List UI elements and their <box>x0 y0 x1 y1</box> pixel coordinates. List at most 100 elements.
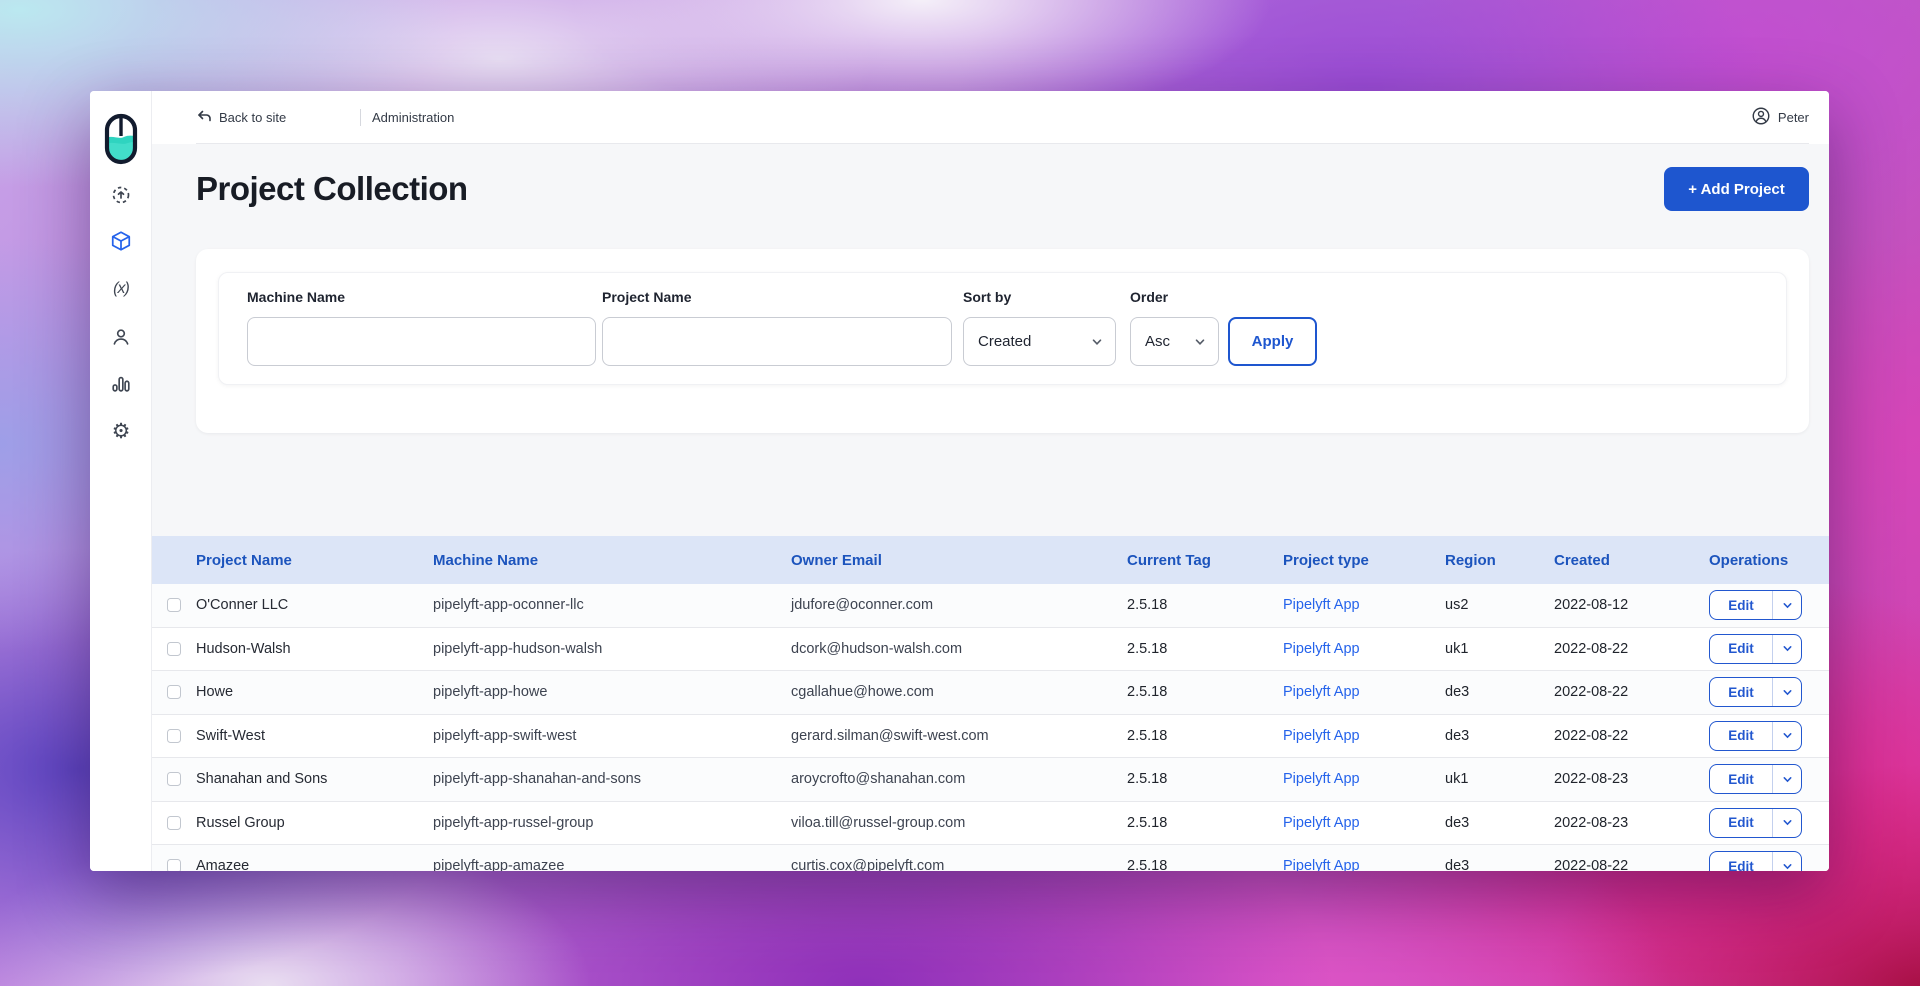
add-project-button[interactable]: + Add Project <box>1664 167 1809 211</box>
bar-chart-icon <box>110 373 132 395</box>
row-checkbox[interactable] <box>167 598 181 612</box>
cell-region: uk1 <box>1445 771 1554 787</box>
edit-split-button[interactable]: Edit <box>1709 721 1802 751</box>
edit-split-button[interactable]: Edit <box>1709 634 1802 664</box>
cell-project-name: Hudson-Walsh <box>196 641 433 657</box>
cell-machine-name: pipelyft-app-hudson-walsh <box>433 641 791 657</box>
cell-created: 2022-08-12 <box>1554 597 1709 613</box>
cell-owner-email: jdufore@oconner.com <box>791 597 1127 613</box>
table-row: Russel Group pipelyft-app-russel-group v… <box>152 802 1829 846</box>
col-current-tag: Current Tag <box>1127 552 1283 569</box>
topbar: Back to site Administration Peter <box>152 91 1829 144</box>
cell-region: de3 <box>1445 728 1554 744</box>
back-to-site-label: Back to site <box>219 110 286 125</box>
cell-project-type-link[interactable]: Pipelyft App <box>1283 858 1445 871</box>
edit-button-label: Edit <box>1710 815 1772 830</box>
cell-region: de3 <box>1445 815 1554 831</box>
edit-button-label: Edit <box>1710 598 1772 613</box>
col-operations: Operations <box>1709 552 1829 569</box>
cell-current-tag: 2.5.18 <box>1127 641 1283 657</box>
breadcrumb: Administration <box>372 91 454 144</box>
projects-table: Project Name Machine Name Owner Email Cu… <box>152 536 1829 871</box>
edit-button-label: Edit <box>1710 728 1772 743</box>
apply-button[interactable]: Apply <box>1228 317 1317 366</box>
edit-chevron-down-icon[interactable] <box>1773 600 1801 611</box>
cell-machine-name: pipelyft-app-russel-group <box>433 815 791 831</box>
cell-project-type-link[interactable]: Pipelyft App <box>1283 815 1445 831</box>
cell-project-type-link[interactable]: Pipelyft App <box>1283 728 1445 744</box>
row-checkbox[interactable] <box>167 816 181 830</box>
user-circle-icon <box>1751 106 1771 129</box>
sort-by-value: Created <box>978 333 1031 350</box>
cell-project-type-link[interactable]: Pipelyft App <box>1283 684 1445 700</box>
col-created: Created <box>1554 552 1709 569</box>
cell-region: de3 <box>1445 684 1554 700</box>
row-checkbox[interactable] <box>167 859 181 871</box>
table-row: Swift-West pipelyft-app-swift-west gerar… <box>152 715 1829 759</box>
table-row: Hudson-Walsh pipelyft-app-hudson-walsh d… <box>152 628 1829 672</box>
sidebar-item-settings[interactable]: ⚙ <box>90 414 152 448</box>
row-checkbox[interactable] <box>167 772 181 786</box>
breadcrumb-divider <box>360 109 361 126</box>
cell-created: 2022-08-23 <box>1554 771 1709 787</box>
app-logo-mouse-icon[interactable] <box>104 113 138 165</box>
edit-chevron-down-icon[interactable] <box>1773 643 1801 654</box>
edit-chevron-down-icon[interactable] <box>1773 817 1801 828</box>
cell-project-type-link[interactable]: Pipelyft App <box>1283 597 1445 613</box>
cell-current-tag: 2.5.18 <box>1127 815 1283 831</box>
col-project-name: Project Name <box>152 552 433 569</box>
cell-created: 2022-08-22 <box>1554 641 1709 657</box>
move-target-icon <box>110 184 132 206</box>
cell-current-tag: 2.5.18 <box>1127 771 1283 787</box>
cell-machine-name: pipelyft-app-swift-west <box>433 728 791 744</box>
edit-split-button[interactable]: Edit <box>1709 851 1802 871</box>
edit-button-label: Edit <box>1710 641 1772 656</box>
machine-name-input[interactable] <box>247 317 596 366</box>
chevron-down-icon <box>1194 336 1206 348</box>
cell-project-name: Amazee <box>196 858 433 871</box>
order-value: Asc <box>1145 333 1170 350</box>
filter-card: Machine Name Project Name Sort by Create… <box>196 249 1809 433</box>
order-select[interactable]: Asc <box>1130 317 1219 366</box>
edit-chevron-down-icon[interactable] <box>1773 861 1801 871</box>
cell-project-type-link[interactable]: Pipelyft App <box>1283 771 1445 787</box>
cell-machine-name: pipelyft-app-amazee <box>433 858 791 871</box>
sort-by-select[interactable]: Created <box>963 317 1116 366</box>
page-title: Project Collection <box>196 170 468 208</box>
edit-split-button[interactable]: Edit <box>1709 764 1802 794</box>
main-content: Project Collection + Add Project Machine… <box>152 144 1829 871</box>
cell-current-tag: 2.5.18 <box>1127 684 1283 700</box>
row-checkbox[interactable] <box>167 729 181 743</box>
user-icon <box>110 326 132 348</box>
variable-icon: (x) <box>113 280 129 298</box>
back-to-site-link[interactable]: Back to site <box>196 91 286 144</box>
cell-created: 2022-08-22 <box>1554 858 1709 871</box>
cell-created: 2022-08-23 <box>1554 815 1709 831</box>
cell-current-tag: 2.5.18 <box>1127 858 1283 871</box>
edit-split-button[interactable]: Edit <box>1709 808 1802 838</box>
cell-owner-email: viloa.till@russel-group.com <box>791 815 1127 831</box>
sidebar-item-users[interactable] <box>90 320 152 354</box>
cell-current-tag: 2.5.18 <box>1127 597 1283 613</box>
edit-split-button[interactable]: Edit <box>1709 677 1802 707</box>
cell-project-type-link[interactable]: Pipelyft App <box>1283 641 1445 657</box>
cell-project-name: Shanahan and Sons <box>196 771 433 787</box>
edit-chevron-down-icon[interactable] <box>1773 774 1801 785</box>
edit-split-button[interactable]: Edit <box>1709 590 1802 620</box>
user-menu[interactable]: Peter <box>1751 91 1809 144</box>
sidebar-item-move[interactable] <box>90 178 152 212</box>
row-checkbox[interactable] <box>167 642 181 656</box>
edit-chevron-down-icon[interactable] <box>1773 730 1801 741</box>
project-name-input[interactable] <box>602 317 952 366</box>
sidebar-item-metrics[interactable] <box>90 367 152 401</box>
table-row: Amazee pipelyft-app-amazee curtis.cox@pi… <box>152 845 1829 871</box>
cell-project-name: O'Conner LLC <box>196 597 433 613</box>
sidebar-item-variables[interactable]: (x) <box>90 272 152 306</box>
sidebar-item-projects[interactable] <box>90 224 152 258</box>
chevron-down-icon <box>1091 336 1103 348</box>
edit-chevron-down-icon[interactable] <box>1773 687 1801 698</box>
row-checkbox[interactable] <box>167 685 181 699</box>
table-row: Shanahan and Sons pipelyft-app-shanahan-… <box>152 758 1829 802</box>
sidebar: (x) ⚙ <box>90 91 152 871</box>
user-name: Peter <box>1778 110 1809 125</box>
